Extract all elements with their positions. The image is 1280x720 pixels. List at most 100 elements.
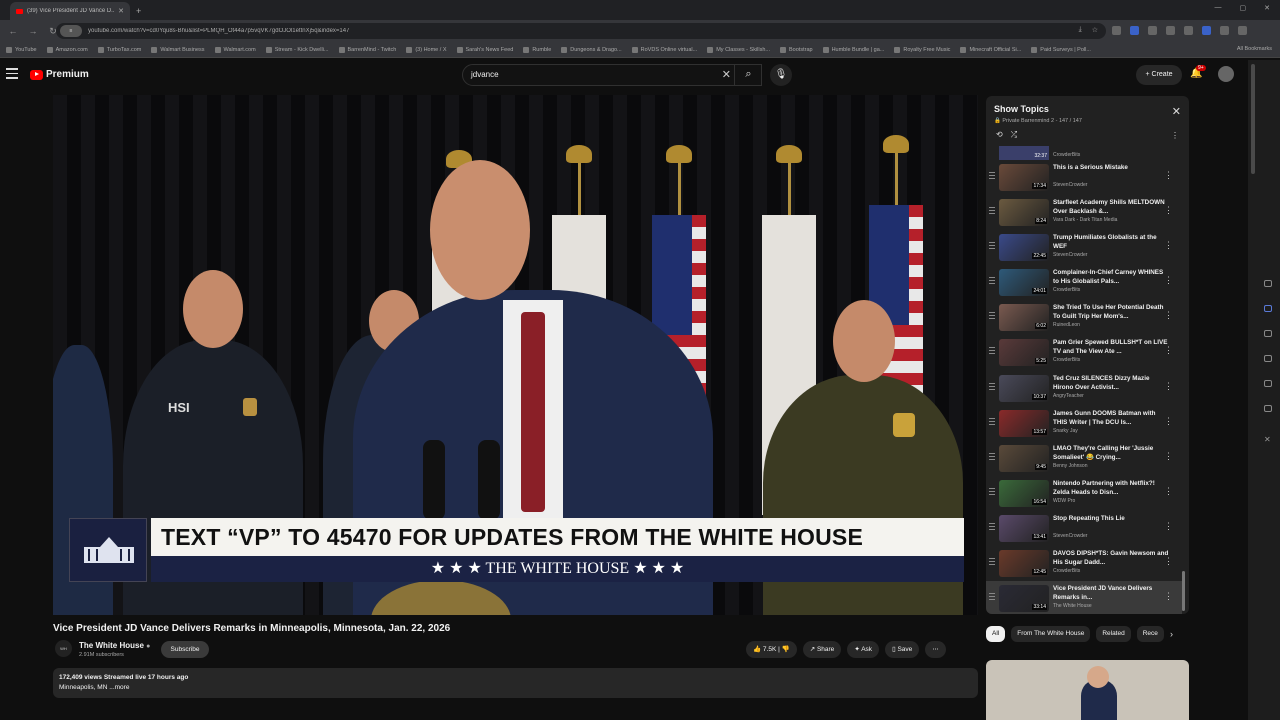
drag-handle-icon[interactable]: [989, 417, 995, 427]
side-panel-icon[interactable]: [1264, 330, 1272, 337]
bookmark-item[interactable]: Royalty Free Music: [894, 46, 950, 53]
create-button[interactable]: + Create: [1136, 65, 1182, 85]
filter-chip[interactable]: From The White House: [1011, 626, 1091, 642]
all-bookmarks-link[interactable]: All Bookmarks: [1237, 46, 1272, 52]
playlist-scrollbar[interactable]: [1182, 151, 1186, 611]
more-actions-icon[interactable]: ⋯: [925, 641, 946, 658]
drag-handle-icon[interactable]: [989, 382, 995, 392]
bookmark-item[interactable]: Bootstrap: [780, 46, 813, 53]
extension-icon[interactable]: [1184, 26, 1193, 35]
extension-icon[interactable]: [1238, 26, 1247, 35]
notifications-bell-icon[interactable]: 🔔 9+: [1190, 65, 1206, 79]
drag-handle-icon[interactable]: [989, 277, 995, 286]
drag-handle-icon[interactable]: [989, 207, 995, 216]
youtube-logo[interactable]: Premium: [30, 69, 89, 80]
description-box[interactable]: 172,409 views Streamed live 17 hours ago…: [53, 668, 978, 698]
item-menu-icon[interactable]: ⋮: [1164, 381, 1173, 392]
thumbs-down-icon[interactable]: 👎: [782, 646, 790, 653]
filter-chip[interactable]: Rece: [1136, 626, 1164, 642]
save-button[interactable]: ▯ Save: [885, 641, 920, 658]
item-menu-icon[interactable]: ⋮: [1164, 275, 1173, 286]
forward-icon[interactable]: →: [26, 26, 40, 36]
minimize-icon[interactable]: —: [1215, 4, 1222, 12]
channel-avatar[interactable]: WH: [55, 640, 72, 657]
bookmark-item[interactable]: Dungeons & Drago...: [561, 46, 622, 53]
browser-tab[interactable]: (39) Vice President JD Vance D... ✕: [10, 2, 130, 20]
search-input[interactable]: jdvance ✕: [462, 64, 762, 86]
item-menu-icon[interactable]: ⋮: [1164, 591, 1173, 602]
bookmark-item[interactable]: TurboTax.com: [97, 46, 141, 53]
item-menu-icon[interactable]: ⋮: [1164, 556, 1173, 567]
drag-handle-icon[interactable]: [989, 593, 995, 602]
menu-icon[interactable]: [6, 68, 18, 82]
side-panel-icon[interactable]: [1264, 355, 1272, 362]
drag-handle-icon[interactable]: [989, 347, 995, 356]
bookmark-item[interactable]: My Classes - Skillsh...: [707, 46, 770, 53]
playlist-item[interactable]: 13:57 James Gunn DOOMS Batman with THIS W…: [986, 406, 1182, 441]
url-field[interactable]: ≡ youtube.com/watch?v=cd0Yqu8s-Bhu&list=…: [56, 23, 1106, 39]
playlist-item[interactable]: 10:37 Ted Cruz SILENCES Dizzy Mazie Hiron…: [986, 371, 1182, 406]
playlist-item[interactable]: 5:25 Pam Grier Spewed BULLSH*T on LIVE TV…: [986, 335, 1182, 370]
drag-handle-icon[interactable]: [989, 452, 995, 462]
share-button[interactable]: ↗ Share: [802, 641, 842, 658]
side-panel-icon[interactable]: [1264, 305, 1272, 312]
chevron-right-icon[interactable]: ›: [1170, 629, 1173, 639]
item-menu-icon[interactable]: ⋮: [1164, 416, 1173, 427]
bookmark-item[interactable]: Walmart Business: [151, 46, 205, 53]
bookmark-item[interactable]: Rumble: [523, 46, 551, 53]
bookmark-item[interactable]: Minecraft Official Si...: [960, 46, 1021, 53]
item-menu-icon[interactable]: ⋮: [1164, 310, 1173, 321]
drag-handle-icon[interactable]: [989, 242, 995, 251]
extension-icon[interactable]: [1112, 26, 1121, 35]
drag-handle-icon[interactable]: [989, 172, 995, 181]
playlist-item[interactable]: 24:01 Complainer-In-Chief Carney WHINES t…: [986, 265, 1182, 300]
bookmark-item[interactable]: Walmart.com: [214, 46, 256, 53]
search-icon[interactable]: ⌕: [734, 64, 762, 86]
playlist-item[interactable]: 13:41 Stop Repeating This Lie StevenCrowde…: [986, 511, 1182, 546]
playlist-item[interactable]: 8:24 Starfleet Academy Shills MELTDOWN Ov…: [986, 195, 1182, 230]
side-panel-icon[interactable]: [1264, 280, 1272, 287]
extension-icon[interactable]: [1166, 26, 1175, 35]
download-icon[interactable]: ⤓: [1079, 26, 1082, 34]
playlist-more-icon[interactable]: ⋮: [1171, 131, 1179, 140]
drag-handle-icon[interactable]: [989, 522, 995, 532]
bookmark-star-icon[interactable]: ☆: [1092, 26, 1098, 34]
playlist-title[interactable]: Show Topics: [994, 104, 1049, 114]
maximize-icon[interactable]: ▢: [1240, 4, 1247, 12]
loop-icon[interactable]: ⟲: [996, 130, 1003, 140]
extension-icon[interactable]: [1148, 26, 1157, 35]
avatar[interactable]: [1218, 66, 1234, 82]
extension-icon[interactable]: [1220, 26, 1229, 35]
playlist-item[interactable]: 12:45 DAVOS DIPSH*TS: Gavin Newsom and Hi…: [986, 546, 1182, 581]
drag-handle-icon[interactable]: [989, 312, 995, 321]
bookmark-item[interactable]: YouTube: [6, 46, 37, 53]
playlist-item[interactable]: 6:02 She Tried To Use Her Potential Death…: [986, 300, 1182, 335]
bookmark-item[interactable]: Amazon.com: [46, 46, 88, 53]
microphone-icon[interactable]: 🎙: [770, 64, 792, 86]
drag-handle-icon[interactable]: [989, 487, 995, 497]
clear-search-icon[interactable]: ✕: [722, 65, 731, 85]
back-icon[interactable]: ←: [6, 26, 20, 36]
item-menu-icon[interactable]: ⋮: [1164, 205, 1173, 216]
extension-icon[interactable]: [1130, 26, 1139, 35]
extension-icon[interactable]: [1202, 26, 1211, 35]
bookmark-item[interactable]: BarrenMind - Twitch: [338, 46, 396, 53]
side-panel-icon[interactable]: [1264, 405, 1272, 412]
bookmark-item[interactable]: (3) Home / X: [406, 46, 447, 53]
site-info-icon[interactable]: ≡: [60, 25, 82, 37]
subscribe-button[interactable]: Subscribe: [161, 641, 209, 658]
playlist-item[interactable]: 22:45 Trump Humiliates Globalists at the …: [986, 230, 1182, 265]
new-tab-icon[interactable]: +: [136, 6, 141, 16]
close-window-icon[interactable]: ✕: [1264, 4, 1270, 12]
item-menu-icon[interactable]: ⋮: [1164, 521, 1173, 532]
video-player[interactable]: HSI TEXT “VP” TO 45470 FOR UPDATES FROM …: [53, 95, 978, 615]
page-scrollbar[interactable]: [1251, 64, 1255, 174]
like-button[interactable]: 👍 7.5K | 👎: [746, 641, 797, 658]
bookmark-item[interactable]: Paid Surveys | Poll...: [1031, 46, 1091, 53]
bookmark-item[interactable]: Humble Bundle | ga...: [822, 46, 884, 53]
playlist-item[interactable]: 9:45 LMAO They're Calling Her 'Jussie Som…: [986, 441, 1182, 476]
bookmark-item[interactable]: RoVDS Online virtual...: [631, 46, 697, 53]
item-menu-icon[interactable]: ⋮: [1164, 240, 1173, 251]
close-side-panel-icon[interactable]: ✕: [1264, 435, 1272, 444]
ask-button[interactable]: ✦ Ask: [847, 641, 880, 658]
